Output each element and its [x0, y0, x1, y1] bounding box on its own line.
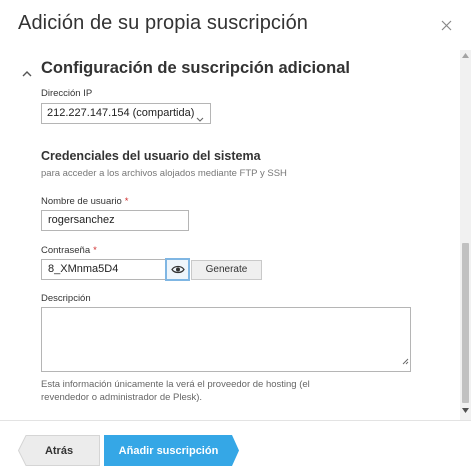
show-password-button[interactable]: [165, 258, 190, 281]
credentials-hint: para acceder a los archivos alojados med…: [41, 168, 287, 179]
password-label: Contraseña *: [41, 245, 97, 256]
add-subscription-dialog: Adición de su propia suscripción Configu…: [0, 0, 471, 468]
back-button[interactable]: Atrás: [18, 435, 100, 466]
generate-password-button[interactable]: Generate: [191, 260, 262, 280]
username-label-text: Nombre de usuario: [41, 196, 122, 207]
password-value: 8_XMnma5D4: [48, 263, 119, 275]
credentials-heading: Credenciales del usuario del sistema: [41, 149, 261, 163]
scroll-down-arrow-icon[interactable]: [460, 408, 471, 416]
required-mark: *: [124, 196, 129, 207]
password-label-text: Contraseña: [41, 245, 91, 256]
add-subscription-button-label: Añadir suscripción: [118, 444, 219, 457]
close-icon[interactable]: [436, 15, 456, 35]
username-input[interactable]: rogersanchez: [41, 210, 189, 231]
username-label: Nombre de usuario *: [41, 196, 129, 207]
ip-label: Dirección IP: [41, 88, 93, 99]
dialog-title: Adición de su propia suscripción: [18, 12, 309, 34]
scrollbar[interactable]: [460, 50, 471, 420]
back-button-label: Atrás: [44, 444, 74, 457]
resize-grip-icon[interactable]: [402, 352, 409, 370]
add-subscription-button[interactable]: Añadir suscripción: [104, 435, 239, 466]
ip-select-value: 212.227.147.154 (compartida): [47, 107, 195, 119]
chevron-down-icon: [196, 110, 204, 129]
scrollbar-thumb[interactable]: [462, 243, 469, 403]
chevron-up-icon[interactable]: [22, 64, 34, 77]
username-value: rogersanchez: [48, 214, 115, 226]
eye-icon: [170, 265, 185, 274]
password-input[interactable]: 8_XMnma5D4: [41, 259, 166, 280]
required-mark: *: [93, 245, 97, 256]
section-title[interactable]: Configuración de suscripción adicional: [41, 59, 350, 78]
description-label: Descripción: [41, 293, 91, 304]
scroll-up-arrow-icon[interactable]: [460, 53, 471, 61]
description-textarea[interactable]: [41, 307, 411, 372]
footer-divider: [0, 420, 471, 421]
description-note: Esta información únicamente la verá el p…: [41, 379, 310, 403]
ip-select[interactable]: 212.227.147.154 (compartida): [41, 103, 211, 124]
